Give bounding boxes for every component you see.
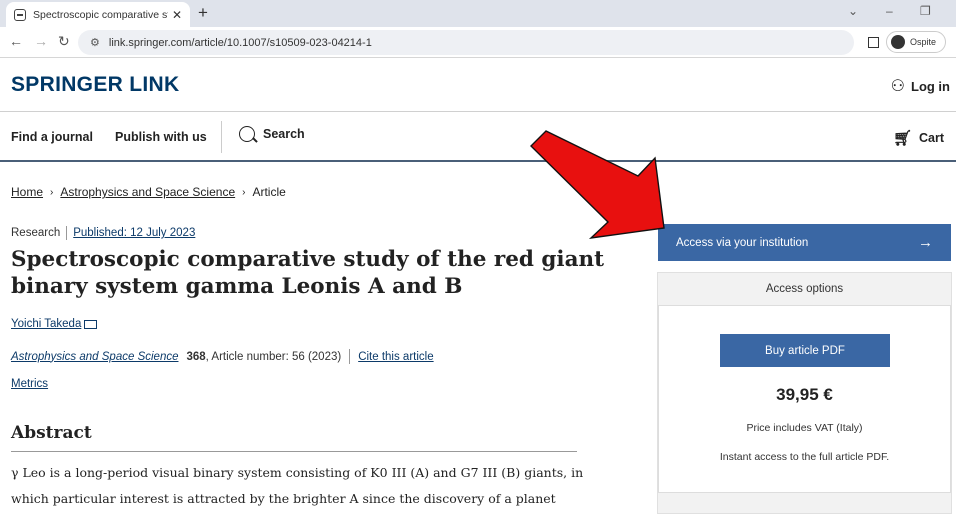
abstract-heading: Abstract — [11, 423, 92, 443]
price: 39,95 € — [776, 385, 833, 404]
reload-icon[interactable]: ↻ — [58, 33, 70, 50]
journal-info: Astrophysics and Space Science 368 , Art… — [11, 349, 434, 364]
tab-list-chevron-icon[interactable]: ⌄ — [848, 4, 858, 18]
springer-logo[interactable]: SPRINGER LINK — [11, 73, 179, 97]
login-link[interactable]: ⚇ Log in — [891, 76, 950, 96]
cite-article-link[interactable]: Cite this article — [358, 351, 433, 363]
author-name: Yoichi Takeda — [11, 318, 82, 330]
browser-tab[interactable]: Spectroscopic comparative study ✕ — [6, 2, 190, 27]
site-header: SPRINGER LINK ⚇ Log in — [0, 58, 956, 112]
buy-pdf-button[interactable]: Buy article PDF — [720, 334, 890, 367]
journal-divider — [349, 349, 351, 364]
author-link[interactable]: Yoichi Takeda — [11, 318, 98, 330]
user-icon: ⚇ — [890, 78, 905, 95]
new-tab-icon[interactable]: + — [198, 3, 208, 23]
publish-link[interactable]: Publish with us — [115, 130, 207, 144]
access-options-title: Access options — [765, 283, 844, 295]
journal-volume: 368 — [186, 350, 206, 363]
access-options-panel: Access options Buy article PDF 39,95 € P… — [657, 272, 952, 514]
journal-link[interactable]: Astrophysics and Space Science — [11, 351, 178, 363]
purchase-card: Buy article PDF 39,95 € Price includes V… — [658, 305, 951, 493]
instant-access-note: Instant access to the full article PDF. — [719, 451, 890, 463]
site-settings-icon[interactable]: ⚙ — [90, 36, 100, 49]
side-panel-icon[interactable] — [868, 37, 879, 48]
search-icon — [239, 126, 255, 142]
vat-note: Price includes VAT (Italy) — [746, 422, 863, 434]
chevron-right-icon: › — [242, 186, 246, 198]
published-date-link[interactable]: Published: 12 July 2023 — [73, 227, 195, 239]
article-type: Research — [11, 227, 61, 239]
url-field[interactable]: ⚙ link.springer.com/article/10.1007/s105… — [78, 30, 854, 55]
avatar-icon — [891, 35, 905, 49]
cart-icon: 🛒︎ — [892, 130, 912, 147]
browser-tab-bar: Spectroscopic comparative study ✕ + ⌄ – … — [0, 0, 956, 27]
address-bar: ← → ↻ ⚙ link.springer.com/article/10.100… — [0, 27, 956, 58]
breadcrumb: Home › Astrophysics and Space Science › … — [11, 185, 286, 199]
chevron-right-icon: › — [50, 186, 54, 198]
access-institution-label: Access via your institution — [676, 236, 809, 249]
springer-favicon-icon — [14, 8, 26, 21]
maximize-icon[interactable]: ❐ — [920, 4, 931, 18]
arrow-right-icon: → — [918, 234, 933, 251]
profile-label: Ospite — [910, 37, 937, 47]
breadcrumb-category[interactable]: Astrophysics and Space Science — [60, 185, 235, 199]
cart-label: Cart — [918, 131, 944, 145]
abstract-divider — [11, 451, 577, 452]
nav-divider — [221, 121, 222, 153]
abstract-text: γ Leo is a long-period visual binary sys… — [11, 465, 584, 506]
site-nav: Find a journal Publish with us Search 🛒︎… — [0, 112, 956, 162]
search-button[interactable]: Search — [239, 126, 305, 142]
article-number: , Article number: 56 (2023) — [205, 350, 342, 363]
close-tab-icon[interactable]: ✕ — [172, 8, 182, 22]
access-institution-button[interactable]: Access via your institution → — [658, 224, 951, 261]
forward-icon[interactable]: → — [34, 33, 48, 49]
find-journal-link[interactable]: Find a journal — [11, 130, 93, 144]
cart-button[interactable]: 🛒︎ Cart — [893, 129, 944, 147]
breadcrumb-home[interactable]: Home — [11, 185, 43, 199]
tab-title: Spectroscopic comparative study — [33, 8, 168, 21]
back-icon[interactable]: ← — [9, 33, 23, 49]
metrics-link[interactable]: Metrics — [11, 378, 48, 390]
mail-icon[interactable] — [84, 319, 98, 329]
meta-divider — [66, 226, 68, 240]
profile-button[interactable]: Ospite — [886, 31, 946, 53]
breadcrumb-current: Article — [252, 185, 286, 199]
search-label: Search — [263, 127, 305, 141]
article-meta: Research Published: 12 July 2023 — [11, 226, 195, 240]
url-text: link.springer.com/article/10.1007/s10509… — [108, 36, 372, 49]
article-title: Spectroscopic comparative study of the r… — [11, 247, 605, 299]
minimize-icon[interactable]: – — [886, 4, 893, 18]
login-label: Log in — [911, 78, 950, 94]
